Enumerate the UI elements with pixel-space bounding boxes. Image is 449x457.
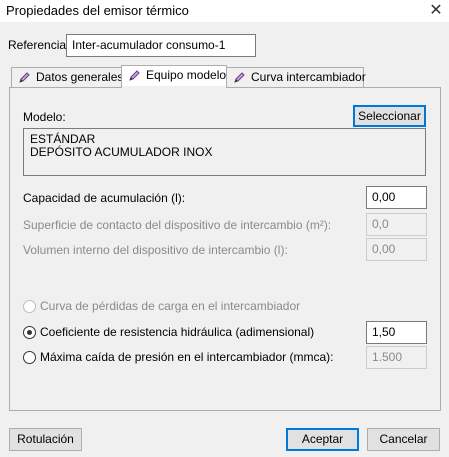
curva-label: Curva de pérdidas de carga en el interca… bbox=[40, 299, 301, 313]
seleccionar-button[interactable]: Seleccionar bbox=[353, 105, 426, 127]
coeficiente-input[interactable]: 1,50 bbox=[366, 321, 427, 344]
modelo-description: ESTÁNDAR DEPÓSITO ACUMULADOR INOX bbox=[23, 128, 426, 176]
cancelar-button[interactable]: Cancelar bbox=[367, 428, 440, 451]
pencil-icon bbox=[129, 70, 140, 81]
superficie-label: Superficie de contacto del dispositivo d… bbox=[23, 218, 332, 232]
coeficiente-radio[interactable] bbox=[23, 326, 36, 339]
maxima-radio[interactable] bbox=[23, 351, 36, 364]
title-bar: Propiedades del emisor térmico ✕ bbox=[0, 0, 449, 22]
close-icon[interactable]: ✕ bbox=[425, 1, 447, 21]
referencia-input[interactable]: Inter-acumulador consumo-1 bbox=[66, 34, 256, 57]
volumen-label: Volumen interno del dispositivo de inter… bbox=[23, 243, 288, 257]
tab-label: Equipo modelo bbox=[146, 68, 227, 82]
tab-equipo-modelo[interactable]: Equipo modelo bbox=[121, 65, 227, 88]
volumen-input: 0,00 bbox=[366, 238, 427, 261]
rotulacion-button[interactable]: Rotulación bbox=[9, 428, 82, 451]
maxima-label[interactable]: Máxima caída de presión en el intercambi… bbox=[40, 350, 333, 364]
tab-label: Datos generales bbox=[36, 70, 124, 84]
tab-curva-intercambiador[interactable]: Curva intercambiador bbox=[226, 67, 366, 87]
capacidad-input[interactable]: 0,00 bbox=[366, 186, 427, 209]
modelo-line-2: DEPÓSITO ACUMULADOR INOX bbox=[30, 145, 213, 159]
pencil-icon bbox=[234, 72, 245, 83]
pencil-icon bbox=[19, 72, 30, 83]
capacidad-label: Capacidad de acumulación (l): bbox=[23, 191, 186, 205]
tab-datos-generales[interactable]: Datos generales bbox=[11, 67, 124, 87]
aceptar-button[interactable]: Aceptar bbox=[286, 428, 359, 451]
modelo-label: Modelo: bbox=[23, 110, 66, 124]
superficie-input: 0,0 bbox=[366, 213, 427, 236]
referencia-label: Referencia: bbox=[8, 38, 70, 52]
tab-label: Curva intercambiador bbox=[251, 70, 366, 84]
window-title: Propiedades del emisor térmico bbox=[6, 3, 189, 18]
coeficiente-label[interactable]: Coeficiente de resistencia hidráulica (a… bbox=[40, 325, 314, 339]
maxima-input: 1.500 bbox=[366, 346, 427, 369]
curva-radio bbox=[23, 300, 36, 313]
